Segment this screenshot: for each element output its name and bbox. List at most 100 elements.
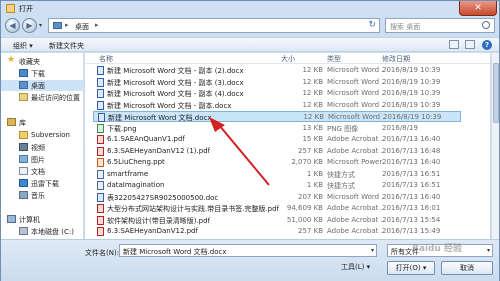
file-date: 2016/8/19 10:39	[382, 77, 441, 86]
file-date: 2016/8/19 10:39	[382, 100, 441, 109]
back-button[interactable]: ◀	[5, 18, 20, 33]
word-doc-icon	[97, 100, 104, 110]
recent-pages-dropdown[interactable]: ▾	[39, 22, 42, 29]
cancel-button[interactable]: 取消	[441, 261, 493, 275]
file-size: 207 KB	[298, 192, 323, 201]
sidebar-item-pictures[interactable]: 图片	[1, 154, 83, 165]
vertical-scrollbar[interactable]	[491, 53, 499, 239]
file-name: 6.3.SAEHeyanDanV12.pdf	[107, 227, 198, 235]
scrollbar-thumb[interactable]	[493, 63, 499, 123]
sidebar-item-desktop[interactable]: 桌面	[1, 80, 83, 91]
window-title: 打开	[19, 5, 33, 13]
sidebar-item-label: 最近访问的位置	[31, 94, 80, 102]
sidebar-item-libraries[interactable]: 库	[1, 117, 83, 128]
navigation-bar: ◀ ▶ ▾ ▸ 桌面 ▸ ↻ 搜索 桌面	[1, 17, 499, 36]
column-header-date[interactable]: 修改日期	[382, 54, 410, 64]
file-size: 94,609 KB	[286, 204, 323, 212]
file-size: 12 KB	[303, 113, 324, 121]
file-row[interactable]: 新建 Microsoft Word 文档 - 副本 (4).docx 12 KB M…	[93, 88, 461, 99]
file-row[interactable]: 表32205427SR9025000500.doc 207 KB Microsoft…	[93, 192, 461, 203]
file-row[interactable]: 下载.png 13 KB PNG 图像 2016/8/19	[93, 123, 461, 134]
file-type: 快捷方式	[327, 182, 355, 190]
filename-field[interactable]: 新建 Microsoft Word 文档.docx ▾	[119, 244, 377, 257]
sidebar-item-videos[interactable]: 视频	[1, 142, 83, 153]
file-date: 2016/7/13 15:49	[382, 227, 441, 235]
pdf-icon	[97, 135, 104, 144]
pdf-icon	[97, 204, 104, 213]
file-type: Microsoft Word ...	[327, 192, 383, 201]
file-row[interactable]: 新建 Microsoft Word 文档 - 副本 (3).docx 12 KB M…	[93, 77, 461, 88]
breadcrumb-desktop[interactable]: 桌面	[75, 22, 89, 32]
sidebar-item-computer[interactable]: 计算机	[1, 214, 83, 225]
address-bar[interactable]: ▸ 桌面 ▸ ↻	[48, 18, 380, 33]
chevron-down-icon[interactable]: ▾	[371, 247, 374, 254]
refresh-icon[interactable]: ↻	[368, 20, 376, 30]
preview-pane-icon[interactable]	[465, 40, 475, 49]
column-header-size[interactable]: 大小	[281, 54, 295, 64]
sidebar-item-music[interactable]: 音乐	[1, 190, 83, 201]
file-row[interactable]: 6.5LiuCheng.ppt 2,070 KB Microsoft Power..…	[93, 157, 461, 168]
file-size: 257 KB	[298, 146, 323, 155]
view-options-icon[interactable]	[449, 40, 459, 49]
close-button[interactable]: ✕	[459, 1, 497, 16]
column-headers: 名称 大小 类型 修改日期	[85, 53, 490, 64]
file-row[interactable]: 新建 Microsoft Word 文档.docx 12 KB Microsoft …	[93, 111, 461, 122]
organize-menu[interactable]: 组织 ▾	[13, 41, 33, 51]
column-header-name[interactable]: 名称	[99, 54, 113, 64]
word-doc-icon	[97, 89, 104, 98]
file-row[interactable]: 6.1.SAEAnQuanV1.pdf 15 KB Adobe Acrobat ..…	[93, 134, 461, 145]
sidebar-item-thunder-downloads[interactable]: 迅雷下载	[1, 178, 83, 189]
column-header-type[interactable]: 类型	[327, 54, 341, 64]
sidebar-item-label: 收藏夹	[19, 58, 40, 66]
file-size: 1 KB	[306, 181, 323, 189]
forward-button[interactable]: ▶	[22, 18, 37, 33]
sidebar-item-downloads[interactable]: 下载	[1, 68, 83, 79]
search-input[interactable]: 搜索 桌面	[385, 18, 495, 33]
sidebar-item-local-disk-c[interactable]: 本地磁盘 (C:)	[1, 226, 83, 237]
file-list: 名称 大小 类型 修改日期 新建 Microsoft Word 文档 - 副本 …	[85, 53, 490, 239]
file-name: 新建 Microsoft Word 文档 - 副本 (2).docx	[107, 67, 244, 75]
file-row[interactable]: 新建 Microsoft Word 文档 - 副本.docx 12 KB Micro…	[93, 100, 461, 111]
sidebar-item-label: 图片	[31, 156, 45, 164]
open-button[interactable]: 打开(O) ▾	[387, 261, 435, 275]
open-file-dialog: 打开 ✕ ◀ ▶ ▾ ▸ 桌面 ▸ ↻ 搜索 桌面 组织 ▾ 新建文件夹 ? ★…	[0, 0, 500, 281]
file-row[interactable]: 新建 Microsoft Word 文档 - 副本 (2).docx 12 KB M…	[93, 65, 461, 76]
file-type: Microsoft Word ...	[328, 113, 384, 121]
sidebar-item-documents[interactable]: 文档	[1, 166, 83, 177]
sidebar-item-recent-places[interactable]: 最近访问的位置	[1, 92, 83, 103]
sidebar-item-label: Subversion	[31, 131, 70, 139]
file-row[interactable]: 大型分布式网站架构设计与实践.带目录书签.完整版.pdf 94,609 KB Ado…	[93, 203, 461, 214]
sidebar-item-label: 本地磁盘 (C:)	[31, 228, 74, 236]
sidebar-item-subversion[interactable]: Subversion	[1, 130, 83, 141]
sidebar-item-label: 文档	[31, 168, 45, 176]
file-row[interactable]: dataImagination 1 KB 快捷方式 2016/7/13 16:51	[93, 180, 461, 191]
file-type: Adobe Acrobat ...	[327, 146, 383, 155]
file-size: 12 KB	[302, 77, 323, 86]
sidebar-item-label: 计算机	[19, 216, 40, 224]
download-folder-icon	[19, 69, 28, 77]
file-name: 6.3.SAEHeyanDanV12 (1).pdf	[107, 146, 211, 155]
breadcrumb-separator[interactable]: ▸	[65, 21, 69, 29]
file-row[interactable]: 软件架构设计(带目录清晰版).pdf 51,000 KB Adobe Acrobat…	[93, 215, 461, 226]
word-doc-icon	[97, 77, 104, 87]
filename-value[interactable]: 新建 Microsoft Word 文档.docx	[123, 247, 226, 257]
new-folder-button[interactable]: 新建文件夹	[49, 41, 84, 51]
breadcrumb-separator[interactable]: ▸	[95, 21, 99, 29]
word-doc-icon	[97, 66, 104, 75]
file-type: Adobe Acrobat ...	[327, 135, 383, 143]
file-row[interactable]: 6.3.SAEHeyanDanV12.pdf 257 KB Adobe Acroba…	[93, 226, 461, 237]
word-doc-icon	[98, 113, 105, 122]
file-row[interactable]: 6.3.SAEHeyanDanV12 (1).pdf 257 KB Adobe Ac…	[93, 146, 461, 157]
help-icon[interactable]: ?	[482, 40, 492, 50]
file-row[interactable]: smartframe 1 KB 快捷方式 2016/7/13 16:51	[93, 169, 461, 180]
thunder-download-icon	[19, 179, 28, 187]
pdf-icon	[97, 227, 104, 236]
sidebar-item-favorites[interactable]: ★ 收藏夹	[1, 55, 83, 67]
tools-menu[interactable]: 工具(L) ▾	[341, 262, 370, 272]
file-name: 下载.png	[107, 124, 137, 133]
file-name: 新建 Microsoft Word 文档 - 副本 (3).docx	[107, 78, 244, 87]
sidebar-item-label: 视频	[31, 144, 45, 152]
file-type: Adobe Acrobat ...	[327, 227, 383, 235]
computer-icon	[7, 215, 16, 223]
file-size: 15 KB	[302, 135, 323, 143]
